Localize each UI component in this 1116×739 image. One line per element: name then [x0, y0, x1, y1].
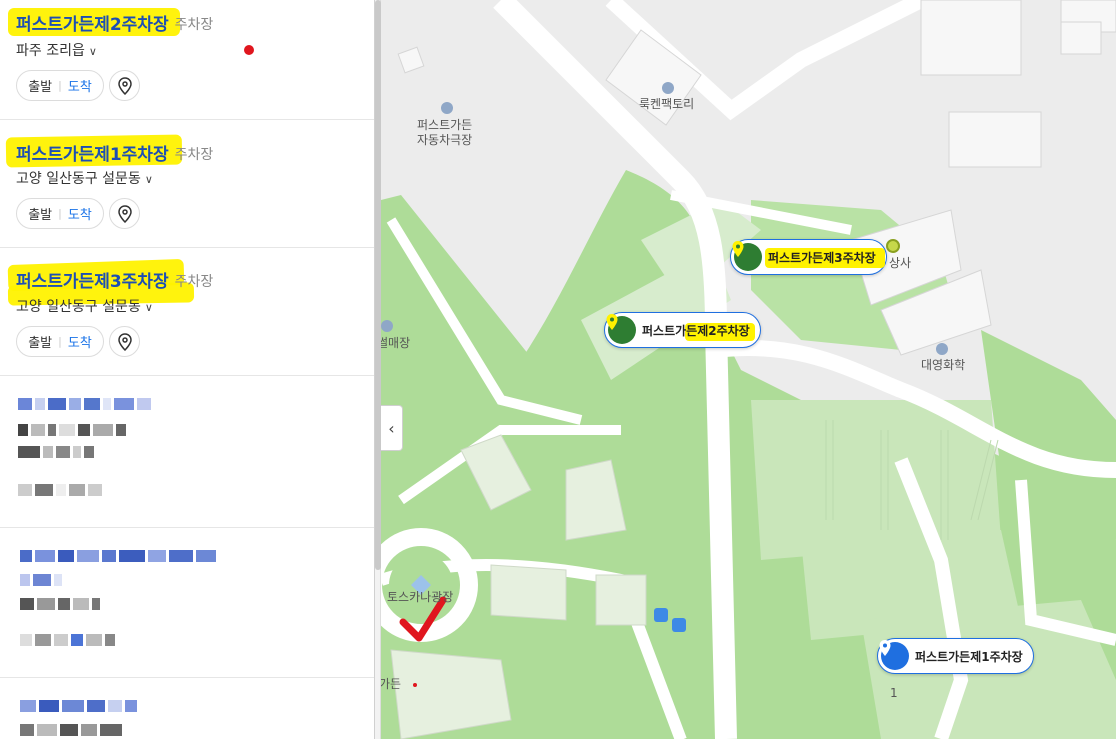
- marker-label: 퍼스트가든제3주차장: [768, 250, 876, 265]
- marker-label: 퍼스트가든제2주차장: [642, 323, 750, 338]
- arrive-button[interactable]: 도착: [68, 332, 92, 351]
- poi-label[interactable]: 가든: [381, 677, 401, 692]
- annotation-dot: [244, 45, 254, 55]
- result-item[interactable]: 퍼스트가든제3주차장 주차장 고양 일산동구 설문동 ∨ 출발 | 도착: [0, 248, 374, 376]
- map-pin-button[interactable]: [109, 198, 140, 229]
- route-button[interactable]: 출발 | 도착: [16, 70, 104, 101]
- location-pin-icon: [117, 204, 132, 223]
- map-marker-parking-3[interactable]: 퍼스트가든제3주차장: [730, 239, 887, 275]
- map-base: [381, 0, 1116, 739]
- factory-icon: [936, 343, 948, 355]
- map-marker-parking-2[interactable]: 퍼스트가든제2주차장: [604, 312, 761, 348]
- chevron-down-icon: ∨: [144, 173, 153, 186]
- search-results-panel: 퍼스트가든제2주차장 주차장 파주 조리읍 ∨ 출발 | 도착 퍼스트가든제1주차장 주차…: [0, 0, 375, 739]
- result-address[interactable]: 고양 일산동구 설문동 ∨: [16, 296, 153, 316]
- depart-button[interactable]: 출발: [28, 332, 52, 351]
- map-pin-button[interactable]: [109, 70, 140, 101]
- result-name[interactable]: 퍼스트가든제1주차장: [16, 140, 169, 165]
- result-category: 주차장: [174, 147, 214, 163]
- collapse-sidebar-button[interactable]: ‹: [381, 405, 403, 451]
- location-pin-icon: [117, 332, 132, 351]
- route-button[interactable]: 출발 | 도착: [16, 326, 104, 357]
- poi-label[interactable]: 퍼스트가든 자동차극장: [417, 118, 472, 148]
- result-item[interactable]: 퍼스트가든제1주차장 주차장 고양 일산동구 설문동 ∨ 출발 | 도착: [0, 120, 374, 248]
- location-pin-icon: [117, 76, 132, 95]
- result-name[interactable]: 퍼스트가든제2주차장: [16, 10, 169, 35]
- result-category: 주차장: [174, 274, 214, 290]
- location-pin-icon: [879, 640, 909, 670]
- marker-label: 퍼스트가든제1주차장: [915, 649, 1023, 664]
- depart-button[interactable]: 출발: [28, 76, 52, 95]
- result-address[interactable]: 파주 조리읍 ∨: [16, 40, 97, 60]
- result-category: 주차장: [174, 17, 214, 33]
- shop-icon: [662, 82, 674, 94]
- sled-icon: [381, 320, 393, 332]
- poi-dot: [886, 239, 900, 253]
- bus-stop-number: 1: [890, 686, 898, 700]
- map-view[interactable]: 룩켄팩토리 퍼스트가든 자동차극장 상사 썰매장 대영화학 토스카나광장 가든 1…: [381, 0, 1116, 739]
- poi-label[interactable]: 룩켄팩토리: [639, 97, 694, 112]
- arrive-button[interactable]: 도착: [68, 204, 92, 223]
- theater-icon: [441, 102, 453, 114]
- chevron-down-icon: ∨: [88, 45, 97, 58]
- location-pin-icon: [732, 241, 762, 271]
- chevron-left-icon: ‹: [388, 418, 395, 438]
- location-pin-icon: [606, 314, 636, 344]
- poi-label[interactable]: 대영화학: [921, 358, 965, 373]
- result-item[interactable]: 퍼스트가든제2주차장 주차장 파주 조리읍 ∨ 출발 | 도착: [0, 0, 374, 120]
- result-item-redacted[interactable]: [0, 678, 374, 739]
- chevron-down-icon: ∨: [144, 301, 153, 314]
- result-address[interactable]: 고양 일산동구 설문동 ∨: [16, 168, 153, 188]
- poi-label[interactable]: 썰매장: [381, 336, 410, 351]
- poi-label[interactable]: 토스카나광장: [387, 590, 453, 605]
- map-marker-parking-1[interactable]: 퍼스트가든제1주차장: [877, 638, 1034, 674]
- depart-button[interactable]: 출발: [28, 204, 52, 223]
- arrive-button[interactable]: 도착: [68, 76, 92, 95]
- map-pin-button[interactable]: [109, 326, 140, 357]
- result-item-redacted[interactable]: [0, 376, 374, 528]
- poi-label[interactable]: 상사: [889, 256, 911, 271]
- route-button[interactable]: 출발 | 도착: [16, 198, 104, 229]
- result-item-redacted[interactable]: [0, 528, 374, 678]
- result-name[interactable]: 퍼스트가든제3주차장: [16, 267, 169, 292]
